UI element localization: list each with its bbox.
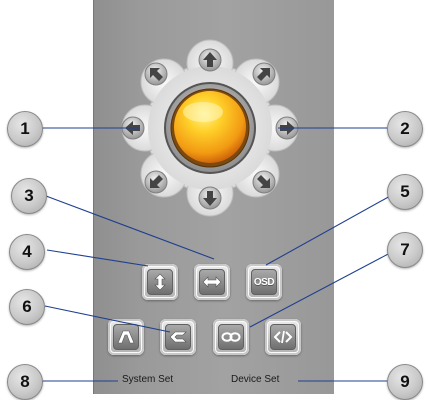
callout-lines <box>41 127 393 382</box>
callout-line-5 <box>265 194 393 266</box>
callout-3: 3 <box>11 178 47 214</box>
callout-9: 9 <box>387 364 423 400</box>
callout-line-7 <box>249 251 393 328</box>
callout-5: 5 <box>387 174 423 210</box>
callout-line-3 <box>45 195 215 260</box>
callout-2: 2 <box>387 111 423 147</box>
callout-1: 1 <box>7 111 43 147</box>
callout-line-4 <box>46 249 149 267</box>
callout-4: 4 <box>9 234 45 270</box>
callout-8: 8 <box>7 364 43 400</box>
callout-line-6 <box>44 305 171 333</box>
callout-7: 7 <box>387 232 423 268</box>
callout-6: 6 <box>9 289 45 325</box>
